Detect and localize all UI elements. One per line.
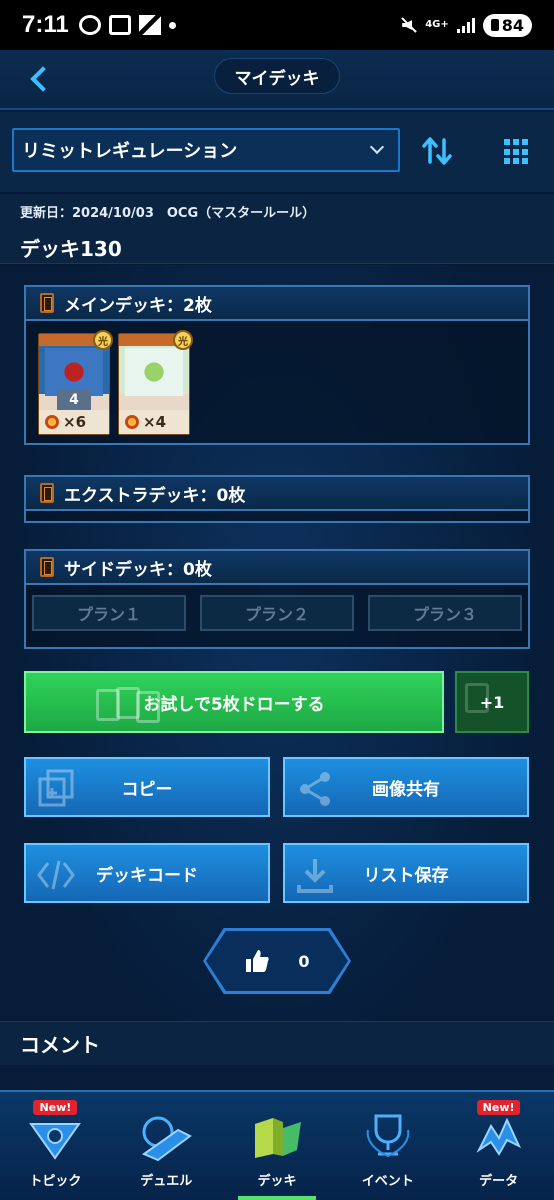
card-art [125,348,183,396]
plan-2-button[interactable]: プラン２ [200,595,354,631]
plan-tabs: プラン１ プラン２ プラン３ [26,585,528,641]
bottom-nav: New! トピック デュエル デッキ イベント New! データ [0,1090,554,1200]
app-icon [138,15,161,35]
card-level: 4 [57,390,91,410]
event-icon [366,1114,410,1158]
card-back-icon [40,557,54,577]
attribute-badge: 光 [173,330,193,350]
duel-icon [142,1116,193,1162]
extra-deck-section: エクストラデッキ：0枚 [24,475,530,523]
topic-icon [29,1123,82,1160]
card-count-value: ×4 [143,413,167,431]
nav-duel-label: デュエル [140,1174,193,1189]
copy-icon [38,769,74,807]
card-back-icon [40,293,54,313]
status-notification-icons [78,15,176,35]
sort-icon[interactable] [420,134,454,168]
cards-icon [96,687,176,723]
main-deck-cards: 光 4 ×6 光 ×4 [26,321,528,447]
new-badge: New! [33,1100,78,1115]
extra-deck-header: エクストラデッキ：0枚 [26,477,528,511]
status-system-icons: 4G+ 84 [399,13,532,37]
back-button[interactable] [24,62,56,96]
coin-icon [45,415,59,429]
nav-topic[interactable]: New! トピック [0,1092,111,1200]
battery-icon [490,19,499,31]
thumbs-up-icon [246,950,270,972]
extra-deck-label: エクストラデッキ：0枚 [64,485,246,506]
attribute-badge: 光 [93,330,113,350]
deck-meta: 更新日：2024/10/03 OCG（マスタールール） [20,206,316,221]
data-icon [475,1117,521,1156]
chevron-left-icon [30,66,56,92]
deck-card[interactable]: 光 4 ×6 [38,330,113,435]
notification-icon [78,15,101,35]
regulation-select[interactable]: リミットレギュレーション [12,128,400,172]
network-type: 4G+ [425,19,449,30]
share-icon [300,772,330,806]
nav-deck-label: デッキ [257,1174,297,1189]
side-deck-header: サイドデッキ：0枚 [26,551,528,585]
comment-section-title: コメント [0,1021,554,1065]
more-notifications-icon [168,21,176,29]
battery-indicator: 84 [482,13,532,37]
card-count: ×4 [119,410,189,434]
code-icon [37,860,75,890]
side-deck-label: サイドデッキ：0枚 [64,559,212,580]
filter-bar: リミットレギュレーション [0,112,554,192]
deck-card[interactable]: 光 ×4 [118,330,193,435]
like-count: 0 [298,951,310,971]
new-badge: New! [476,1100,521,1115]
deck-icon [254,1118,301,1158]
battery-level: 84 [501,15,524,35]
mute-icon [399,16,417,34]
app-header: マイデッキ [0,50,554,110]
nav-event-label: イベント [361,1174,414,1189]
coin-icon [125,415,139,429]
side-deck-section: サイドデッキ：0枚 プラン１ プラン２ プラン３ [24,549,530,649]
deck-code-button[interactable]: デッキコード [24,843,270,903]
share-image-button[interactable]: 画像共有 [283,757,529,817]
deck-code-label: デッキコード [96,865,198,886]
card-count: ×6 [39,410,109,434]
deck-info: 更新日：2024/10/03 OCG（マスタールール） デッキ130 [0,194,554,264]
card-icon [465,683,489,713]
card-back-icon [40,483,54,503]
test-draw-button[interactable]: お試しで5枚ドローする [24,671,444,733]
status-bar: 7:11 4G+ 84 [0,0,554,50]
copy-label: コピー [121,779,173,800]
signal-icon [456,17,475,33]
card-count-value: ×6 [63,413,87,431]
nav-topic-label: トピック [29,1174,82,1189]
grid-view-icon[interactable] [504,139,530,165]
active-tab-indicator [237,1196,317,1200]
plan-1-button[interactable]: プラン１ [32,595,186,631]
nav-event[interactable]: イベント [332,1092,443,1200]
download-icon [297,859,333,893]
chevron-down-icon [369,139,385,155]
nav-deck[interactable]: デッキ [222,1092,333,1200]
plan-3-button[interactable]: プラン３ [368,595,522,631]
main-deck-header: メインデッキ：2枚 [26,287,528,321]
main-deck-section: メインデッキ：2枚 光 4 ×6 光 ×4 [24,285,530,445]
copy-button[interactable]: コピー [24,757,270,817]
nav-duel[interactable]: デュエル [111,1092,222,1200]
deck-name: デッキ130 [20,237,122,261]
draw-one-button[interactable]: +1 [455,671,529,733]
content-area: メインデッキ：2枚 光 4 ×6 光 ×4 エクストラデッキ：0枚 サイドデッキ… [0,265,554,1090]
like-button[interactable]: 0 [206,931,348,991]
save-list-label: リスト保存 [363,865,449,886]
card-art [45,348,103,396]
save-list-button[interactable]: リスト保存 [283,843,529,903]
page-title: マイデッキ [214,58,340,94]
status-time: 7:11 [22,11,69,38]
nav-data-label: データ [479,1174,519,1189]
nav-data[interactable]: New! データ [443,1092,554,1200]
share-image-label: 画像共有 [372,779,440,800]
calendar-icon [108,15,131,35]
regulation-select-value: リミットレギュレーション [22,141,238,162]
main-deck-label: メインデッキ：2枚 [64,295,212,316]
